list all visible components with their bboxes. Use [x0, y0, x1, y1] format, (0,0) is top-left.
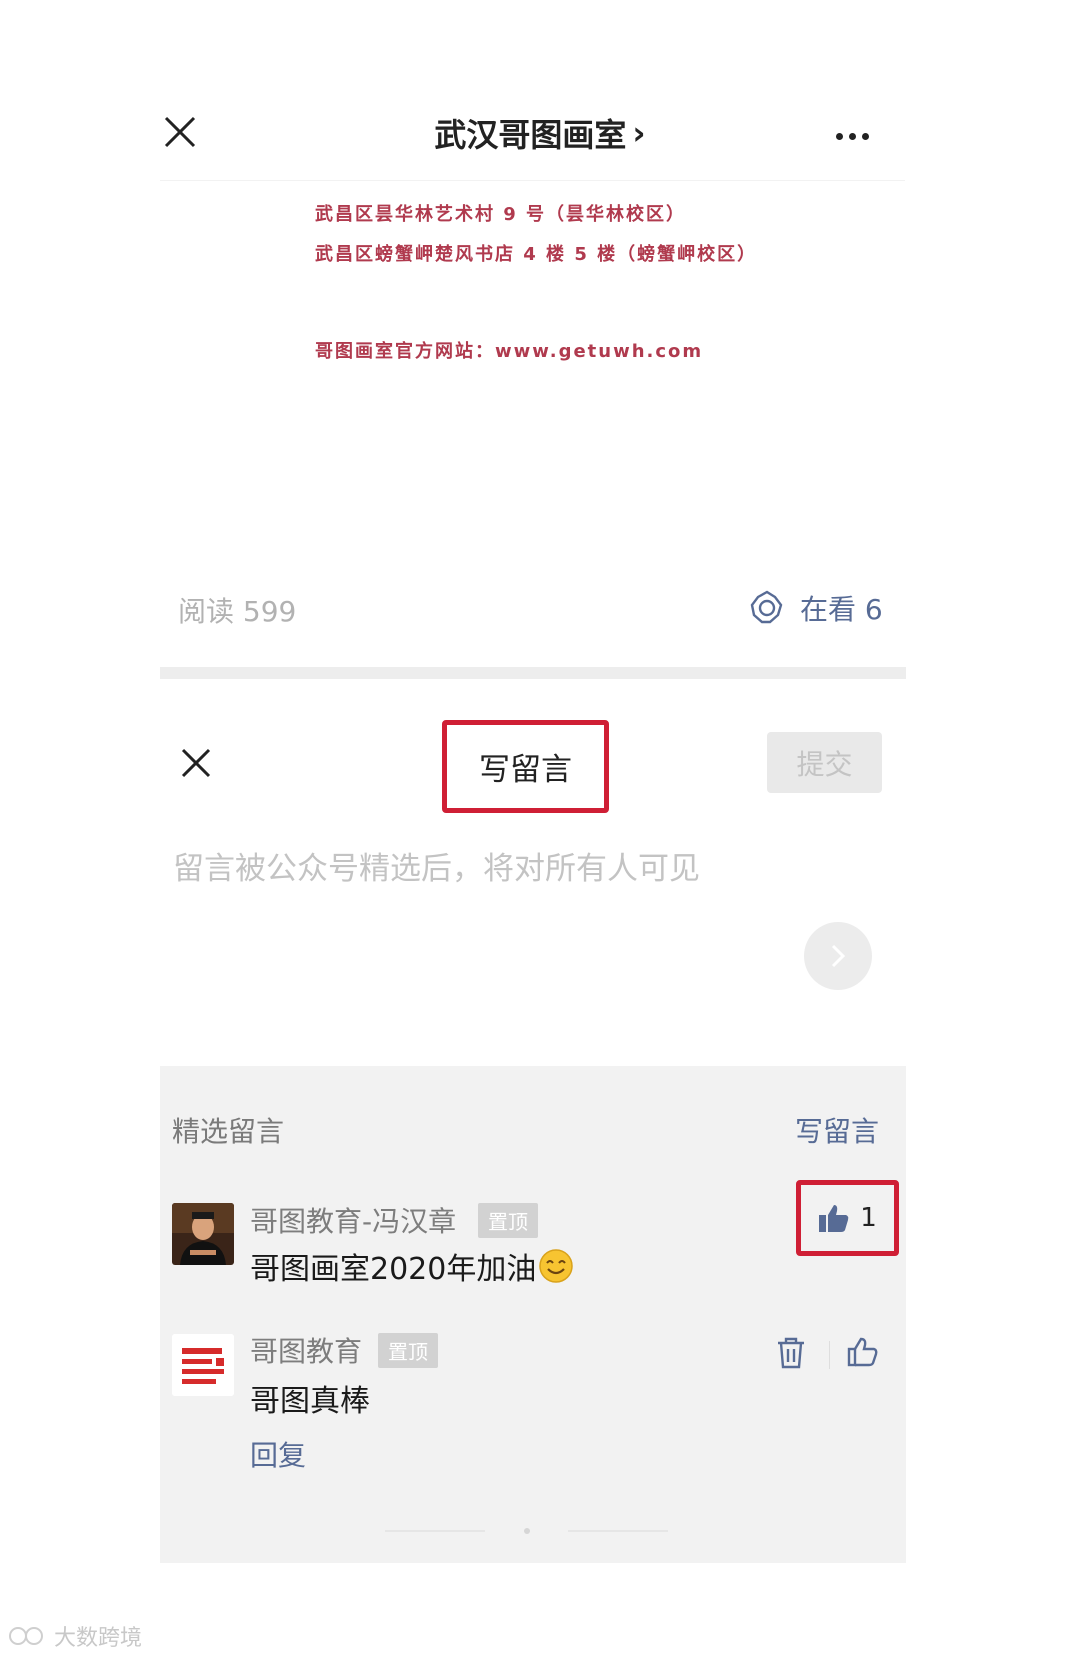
comment-text: 哥图真棒 — [250, 1384, 370, 1419]
write-comment-link[interactable]: 写留言 — [795, 1110, 879, 1150]
comment-nickname: 哥图教育-冯汉章 — [250, 1205, 457, 1238]
section-divider — [160, 667, 906, 679]
close-icon — [181, 748, 211, 778]
account-title: 武汉哥图画室 — [434, 116, 627, 154]
send-circle-button[interactable] — [804, 922, 872, 990]
pinned-badge: 置顶 — [478, 1203, 538, 1238]
avatar[interactable] — [172, 1203, 234, 1265]
compose-title: 写留言 — [479, 752, 572, 788]
address-line-2: 武昌区螃蟹岬楚风书店 4 楼 5 楼（螃蟹岬校区） — [315, 244, 758, 265]
like-count: 1 — [860, 1203, 877, 1233]
avatar[interactable] — [172, 1334, 234, 1396]
read-count: 阅读 599 — [178, 595, 297, 628]
submit-button[interactable]: 提交 — [767, 732, 882, 793]
like-button[interactable]: 1 — [801, 1185, 894, 1251]
loader-line-left — [385, 1530, 485, 1532]
smile-emoji-icon — [539, 1249, 574, 1283]
watermark-logo-icon — [9, 1627, 43, 1645]
thumbs-up-filled-icon — [819, 1205, 849, 1232]
loader-line-right — [568, 1530, 668, 1532]
chevron-right-icon — [831, 944, 846, 968]
thumbs-up-outline-icon — [847, 1337, 878, 1367]
comment-nickname: 哥图教育 — [250, 1335, 363, 1368]
close-button[interactable] — [160, 112, 200, 152]
like-button[interactable] — [847, 1336, 883, 1372]
loader-dot — [524, 1528, 530, 1534]
featured-comments-label: 精选留言 — [172, 1115, 285, 1148]
comment-item: 哥图教育-冯汉章 置顶 哥图画室2020年加油 — [172, 1200, 892, 1300]
person-avatar-image — [172, 1203, 234, 1265]
chevron-right-icon: › — [632, 114, 646, 152]
pinned-badge: 置顶 — [378, 1333, 438, 1368]
seeing-count: 在看 6 — [800, 593, 883, 626]
close-icon — [164, 116, 196, 148]
header-divider — [160, 180, 905, 181]
comment-body: 哥图画室2020年加油 — [250, 1244, 574, 1288]
seeing-icon — [750, 590, 783, 624]
brand-logo-image — [172, 1334, 234, 1396]
more-icon — [836, 133, 843, 140]
address-line-1: 武昌区昙华林艺术村 9 号（昙华林校区） — [315, 204, 687, 225]
compose-close-button[interactable] — [178, 745, 214, 781]
more-button[interactable] — [836, 125, 886, 145]
delete-button[interactable] — [776, 1336, 812, 1372]
seeing-button[interactable]: 在看 6 — [748, 586, 883, 630]
action-separator — [829, 1341, 830, 1369]
watermark-text: 大数跨境 — [54, 1626, 143, 1651]
reply-link[interactable]: 回复 — [250, 1434, 306, 1474]
trash-icon — [778, 1337, 804, 1369]
account-title-link[interactable]: 武汉哥图画室 › — [400, 110, 680, 156]
comment-input[interactable]: 留言被公众号精选后，将对所有人可见 — [173, 843, 883, 889]
website-line: 哥图画室官方网站：www.getuwh.com — [315, 341, 704, 362]
watermark: 大数跨境 — [8, 1620, 142, 1652]
comment-text: 哥图画室2020年加油 — [250, 1252, 537, 1287]
